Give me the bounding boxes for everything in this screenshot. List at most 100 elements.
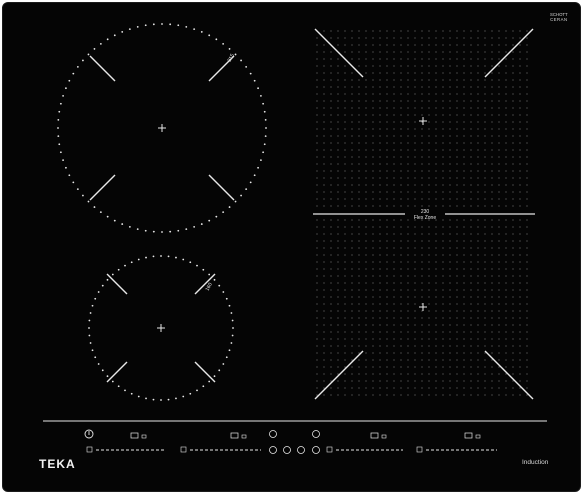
flex-zone-dot (323, 170, 325, 172)
flex-zone-dot (421, 282, 423, 284)
flex-zone-dot (344, 128, 346, 130)
flex-zone-dot (498, 198, 500, 200)
flex-zone-dot (393, 30, 395, 32)
flex-zone-dot (337, 359, 339, 361)
flex-zone-dot (470, 170, 472, 172)
zone-ring-dot (97, 363, 100, 365)
flex-zone-dot (491, 65, 493, 67)
flex-zone-dot (484, 198, 486, 200)
flex-zone-dot (323, 380, 325, 382)
flex-zone-dot (372, 331, 374, 333)
flex-zone-dot (386, 394, 388, 396)
flex-zone-dot (519, 72, 521, 74)
flex-zone-dot (337, 233, 339, 235)
zone-ring-dot (160, 399, 162, 401)
zone-ring-dot (222, 363, 225, 365)
flex-zone-dot (470, 268, 472, 270)
flex-zone-dot (400, 373, 402, 375)
flex-zone-dot (400, 37, 402, 39)
flex-zone-dot (456, 163, 458, 165)
flex-zone-dot (442, 128, 444, 130)
flex-zone-dot (330, 254, 332, 256)
flex-zone-dot (428, 233, 430, 235)
flex-zone-dot (463, 44, 465, 46)
flex-zone-dot (512, 331, 514, 333)
flex-zone-dot (477, 128, 479, 130)
flex-zone-dot (316, 142, 318, 144)
flex-zone-dot (463, 317, 465, 319)
flex-zone-dot (512, 324, 514, 326)
flex-zone-dot (519, 226, 521, 228)
flex-zone-dot (365, 310, 367, 312)
flex-zone-dot (365, 226, 367, 228)
flex-zone-dot (505, 114, 507, 116)
flex-zone-dot (316, 254, 318, 256)
flex-zone-dot (337, 72, 339, 74)
flex-zone-dot (442, 93, 444, 95)
flex-zone-dot (428, 303, 430, 305)
flex-zone-dot (428, 114, 430, 116)
flex-zone-dot (365, 394, 367, 396)
flex-zone-dot (316, 149, 318, 151)
flex-zone-dot (456, 219, 458, 221)
flex-zone-dot (505, 149, 507, 151)
flex-zone-dot (372, 100, 374, 102)
flex-zone-dot (456, 324, 458, 326)
flex-zone-dot (379, 247, 381, 249)
flex-zone-dot (372, 177, 374, 179)
flex-zone-dot (456, 296, 458, 298)
flex-zone-dot (407, 373, 409, 375)
flex-zone-dot (337, 387, 339, 389)
flex-zone-dot (337, 135, 339, 137)
flex-zone-dot (379, 373, 381, 375)
flex-zone-dot (421, 107, 423, 109)
flex-zone-dot (519, 44, 521, 46)
flex-zone-dot (449, 114, 451, 116)
flex-zone-dot (358, 198, 360, 200)
flex-zone-dot (330, 30, 332, 32)
flex-zone-dot (477, 317, 479, 319)
flex-zone-dot (435, 79, 437, 81)
flex-zone-dot (386, 261, 388, 263)
flex-zone-dot (470, 93, 472, 95)
flex-zone-dot (470, 65, 472, 67)
flex-zone-dot (512, 65, 514, 67)
flex-zone-dot (330, 366, 332, 368)
flex-zone-dot (414, 170, 416, 172)
flex-zone-dot (449, 121, 451, 123)
flex-zone-dot (379, 121, 381, 123)
flex-zone-dot (344, 261, 346, 263)
flex-zone-dot (421, 30, 423, 32)
flex-zone-dot (498, 373, 500, 375)
flex-zone-dot (393, 345, 395, 347)
flex-zone-dot (414, 58, 416, 60)
flex-zone-dot (358, 352, 360, 354)
flex-zone-dot (407, 128, 409, 130)
flex-zone-dot (498, 240, 500, 242)
flex-zone-dot (379, 107, 381, 109)
cooking-zone-small[interactable] (88, 255, 234, 401)
flex-zone-dot (428, 247, 430, 249)
flex-zone-dot (358, 86, 360, 88)
flex-zone-dot (519, 51, 521, 53)
zone-ring-dot (106, 38, 109, 41)
flex-zone-dot (414, 366, 416, 368)
flex-zone-dot (484, 191, 486, 193)
flex-zone-dot (463, 331, 465, 333)
flex-zone-dot (484, 184, 486, 186)
flex-zone-dot (435, 170, 437, 172)
flex-zone-dot (456, 128, 458, 130)
flex-zone-dot (491, 240, 493, 242)
flex-zone-dot (484, 380, 486, 382)
flex-zone-dot (400, 163, 402, 165)
flex-zone-dot (379, 275, 381, 277)
flex-zone-dot (372, 373, 374, 375)
flex-zone-dot (442, 44, 444, 46)
flex-zone-dot (477, 114, 479, 116)
flex-zone-dot (526, 170, 528, 172)
flex-zone-dot (414, 142, 416, 144)
flex-zone-dot (344, 331, 346, 333)
flex-zone-dot (505, 387, 507, 389)
flex-zone-dot (498, 338, 500, 340)
flex-zone-dot (379, 135, 381, 137)
